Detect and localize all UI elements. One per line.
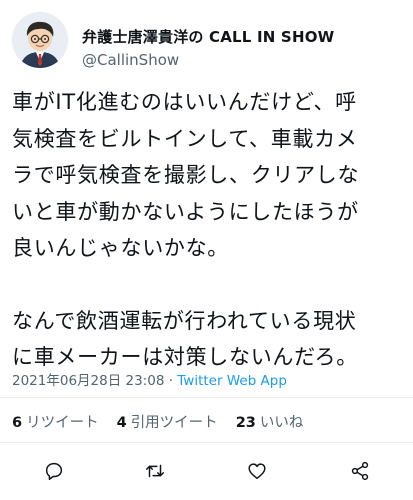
divider (0, 442, 413, 443)
tweet-line: なんで飲酒運転が行われている現状 (12, 308, 357, 333)
reply-icon (45, 462, 63, 480)
source-app-link[interactable]: Twitter Web App (177, 373, 287, 389)
retweet-count-label: リツイート (26, 415, 99, 431)
tweet-line: 車がIT化進むのはいいんだけど、呼 (12, 90, 357, 114)
divider (0, 397, 413, 398)
avatar-illustration (12, 12, 68, 68)
tweet-card: 弁護士唐澤貴洋の CALL IN SHOW @CallinShow 車がIT化進… (0, 0, 413, 500)
retweet-button[interactable] (140, 456, 170, 486)
like-count[interactable]: 23 いいね (236, 411, 304, 432)
tweet-header: 弁護士唐澤貴洋の CALL IN SHOW @CallinShow (12, 12, 401, 72)
quote-count[interactable]: 4 引用ツイート (117, 411, 218, 432)
display-name[interactable]: 弁護士唐澤貴洋の CALL IN SHOW (82, 26, 334, 47)
like-button[interactable] (242, 456, 272, 486)
quote-count-number: 4 (116, 415, 127, 431)
retweet-count[interactable]: 6 リツイート (12, 411, 99, 432)
timestamp[interactable]: 2021年06月28日 23:08 (12, 373, 164, 389)
tweet-line: ラで呼気検査を撮影し、クリアしな (12, 163, 360, 187)
quote-count-label: 引用ツイート (130, 415, 218, 431)
tweet-meta: 2021年06月28日 23:08 · Twitter Web App (12, 369, 287, 389)
share-icon (351, 461, 369, 481)
engagement-stats: 6 リツイート 4 引用ツイート 23 いいね (12, 411, 303, 432)
tweet-text: 車がIT化進むのはいいんだけど、呼 気検査をビルトインして、車載カメ ラで呼気検… (12, 84, 407, 376)
like-count-number: 23 (235, 415, 256, 431)
reply-button[interactable] (39, 456, 69, 486)
action-bar (0, 452, 413, 492)
like-count-label: いいね (259, 415, 304, 431)
retweet-count-number: 6 (12, 415, 23, 431)
heart-icon (248, 463, 266, 480)
tweet-line: 良いんじゃないかな。 (12, 236, 229, 260)
retweet-icon (146, 464, 164, 478)
tweet-line: 気検査をビルトインして、車載カメ (12, 126, 358, 151)
avatar[interactable] (12, 12, 68, 68)
tweet-line: いと車が動かないようにしたほうが (12, 199, 359, 224)
user-handle[interactable]: @CallinShow (82, 51, 179, 69)
meta-separator: · (164, 373, 178, 389)
share-button[interactable] (345, 456, 375, 486)
